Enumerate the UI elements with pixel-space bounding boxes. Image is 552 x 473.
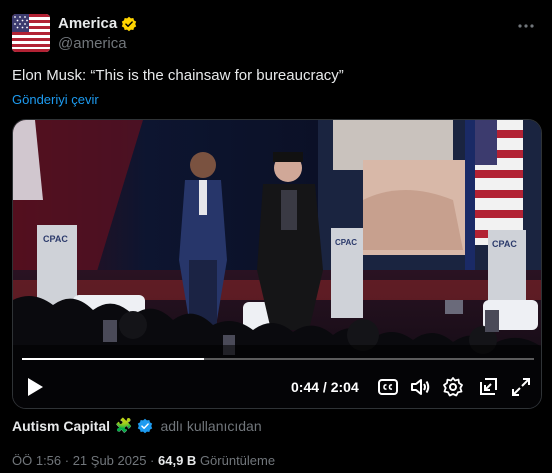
more-horizontal-icon	[518, 24, 534, 28]
meta-separator: ·	[146, 453, 158, 468]
meta-separator: ·	[61, 453, 73, 468]
stage-sign-right: CPAC	[492, 239, 517, 249]
name-row: America	[58, 15, 137, 32]
avatar[interactable]	[12, 14, 50, 52]
tweet-text: Elon Musk: “This is the chainsaw for bur…	[12, 67, 344, 84]
duration: 2:04	[330, 379, 359, 395]
post-time[interactable]: ÖÖ 1:56	[12, 453, 61, 468]
settings-icon[interactable]	[442, 376, 464, 398]
translate-post-link[interactable]: Gönderiyi çevir	[12, 92, 99, 107]
time-separator: /	[319, 379, 331, 395]
video-time: 0:44 / 2:04	[291, 379, 359, 395]
views-label: Görüntüleme	[199, 453, 276, 468]
volume-icon[interactable]	[409, 376, 431, 398]
more-options-button[interactable]	[516, 16, 536, 36]
puzzle-emoji: 🧩	[115, 417, 133, 433]
tweet-meta: ÖÖ 1:56 · 21 Şub 2025 · 64,9 B Görüntüle…	[12, 453, 275, 468]
video-player[interactable]: CPAC CPAC CPAC 0:44 / 2:04	[12, 119, 542, 409]
video-progress-fill	[22, 358, 204, 360]
handle[interactable]: @america	[58, 35, 127, 52]
views-count: 64,9 B	[158, 453, 197, 468]
us-flag-icon	[12, 14, 50, 52]
source-name[interactable]: Autism Capital	[12, 418, 110, 434]
stage-sign-left: CPAC	[43, 234, 68, 244]
video-controls: 0:44 / 2:04	[13, 366, 541, 408]
captions-icon[interactable]	[377, 376, 399, 398]
current-time: 0:44	[291, 379, 320, 395]
video-progress-bar[interactable]	[22, 358, 534, 360]
video-source-attribution: Autism Capital 🧩 adlı kullanıcıdan	[12, 417, 262, 434]
post-date[interactable]: 21 Şub 2025	[73, 453, 147, 468]
verified-badge-icon	[138, 418, 153, 433]
source-suffix: adlı kullanıcıdan	[160, 417, 262, 434]
play-icon[interactable]	[25, 376, 45, 398]
verified-badge-icon	[122, 16, 137, 31]
tweet-header: America @america	[12, 12, 540, 54]
fullscreen-icon[interactable]	[510, 376, 532, 398]
display-name[interactable]: America	[58, 15, 117, 32]
stage-sign-mid: CPAC	[335, 238, 357, 247]
picture-in-picture-icon[interactable]	[477, 376, 499, 398]
